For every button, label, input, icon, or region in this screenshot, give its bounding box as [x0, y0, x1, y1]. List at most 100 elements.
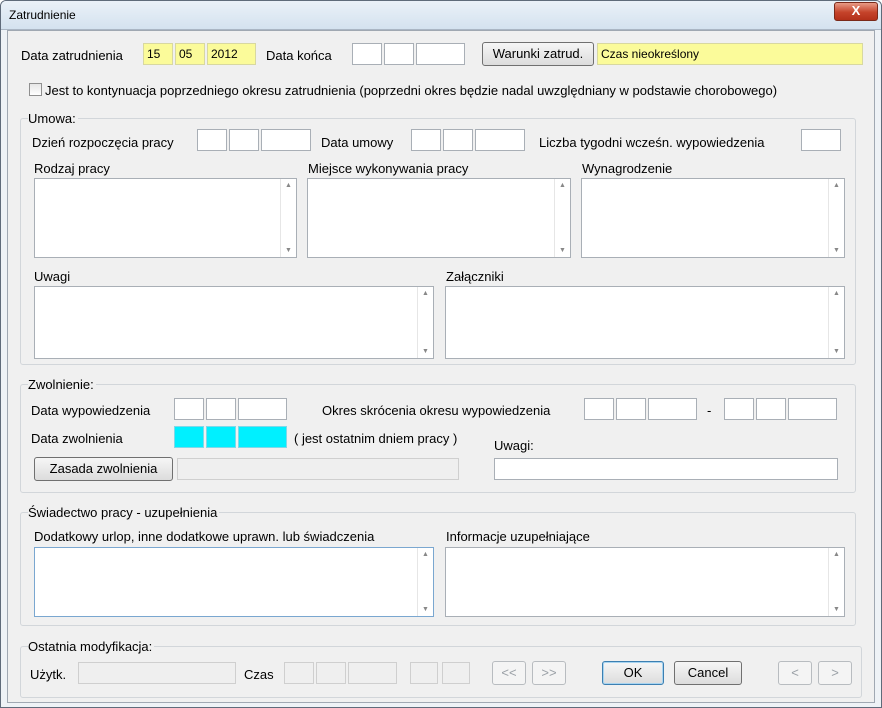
work-start-day-input[interactable]: [197, 129, 227, 151]
certificate-group-title: Świadectwo pracy - uzupełnienia: [28, 505, 220, 520]
dismissal-rule-field: [177, 458, 459, 480]
dismissal-day-input[interactable]: [174, 426, 204, 448]
salary-textarea[interactable]: ▲ ▼: [581, 178, 845, 258]
scroll-down-icon[interactable]: ▼: [422, 348, 429, 355]
scroll-down-icon[interactable]: ▼: [559, 247, 566, 254]
scroll-down-icon[interactable]: ▼: [833, 348, 840, 355]
scroll-up-icon[interactable]: ▲: [559, 182, 566, 189]
user-field: [78, 662, 236, 684]
last-modification-title: Ostatnia modyfikacja:: [28, 639, 155, 654]
end-month-input[interactable]: [384, 43, 414, 65]
extra-leave-scrollbar[interactable]: ▲ ▼: [417, 548, 433, 616]
dialog-window: Zatrudnienie X Data zatrudnienia 15 05 2…: [0, 0, 882, 708]
hire-month-input[interactable]: 05: [175, 43, 205, 65]
contract-notes-scrollbar[interactable]: ▲ ▼: [417, 287, 433, 358]
end-year-input[interactable]: [416, 43, 465, 65]
close-icon: X: [851, 3, 861, 18]
scroll-up-icon[interactable]: ▲: [285, 182, 292, 189]
scroll-down-icon[interactable]: ▼: [833, 606, 840, 613]
work-type-scrollbar[interactable]: ▲ ▼: [280, 179, 296, 257]
dismissal-notes-input[interactable]: [494, 458, 838, 480]
work-place-textarea[interactable]: ▲ ▼: [307, 178, 571, 258]
contract-year-input[interactable]: [475, 129, 525, 151]
contract-day-input[interactable]: [411, 129, 441, 151]
first-record-button[interactable]: <<: [492, 661, 526, 685]
dialog-client-area: Data zatrudnienia 15 05 2012 Data końca …: [7, 30, 875, 703]
hire-date-label: Data zatrudnienia: [21, 48, 123, 63]
dismissal-month-input[interactable]: [206, 426, 236, 448]
scroll-down-icon[interactable]: ▼: [833, 247, 840, 254]
contract-notes-textarea[interactable]: ▲ ▼: [34, 286, 434, 359]
scroll-up-icon[interactable]: ▲: [422, 551, 429, 558]
shortening-to-year-input[interactable]: [788, 398, 837, 420]
end-day-input[interactable]: [352, 43, 382, 65]
range-dash: -: [707, 403, 712, 418]
scroll-up-icon[interactable]: ▲: [422, 290, 429, 297]
scroll-up-icon[interactable]: ▲: [833, 551, 840, 558]
shortening-to-month-input[interactable]: [756, 398, 786, 420]
next-record-button[interactable]: >: [818, 661, 852, 685]
dismissal-date-label: Data zwolnienia: [31, 431, 123, 446]
mod-hour-field: [410, 662, 438, 684]
work-type-label: Rodzaj pracy: [34, 161, 110, 176]
attachments-scrollbar[interactable]: ▲ ▼: [828, 287, 844, 358]
dismissal-group-title: Zwolnienie:: [28, 377, 96, 392]
dismissal-rule-button[interactable]: Zasada zwolnienia: [34, 457, 173, 481]
notice-month-input[interactable]: [206, 398, 236, 420]
terms-value-field[interactable]: Czas nieokreślony: [597, 43, 863, 65]
salary-label: Wynagrodzenie: [582, 161, 673, 176]
scroll-up-icon[interactable]: ▲: [833, 290, 840, 297]
last-record-button[interactable]: >>: [532, 661, 566, 685]
attachments-label: Załączniki: [446, 269, 504, 284]
time-label: Czas: [244, 667, 274, 682]
work-place-label: Miejsce wykonywania pracy: [308, 161, 469, 176]
work-start-month-input[interactable]: [229, 129, 259, 151]
notice-day-input[interactable]: [174, 398, 204, 420]
hire-year-input[interactable]: 2012: [207, 43, 256, 65]
extra-leave-textarea[interactable]: ▲ ▼: [34, 547, 434, 617]
work-type-textarea[interactable]: ▲ ▼: [34, 178, 297, 258]
contract-notes-label: Uwagi: [34, 269, 71, 284]
work-start-year-input[interactable]: [261, 129, 311, 151]
contract-date-label: Data umowy: [321, 135, 394, 150]
window-title: Zatrudnienie: [9, 8, 76, 22]
notice-year-input[interactable]: [238, 398, 287, 420]
notice-weeks-input[interactable]: [801, 129, 841, 151]
work-place-scrollbar[interactable]: ▲ ▼: [554, 179, 570, 257]
mod-month-field: [316, 662, 346, 684]
scroll-down-icon[interactable]: ▼: [422, 606, 429, 613]
last-day-note: ( jest ostatnim dniem pracy ): [294, 431, 458, 446]
scroll-up-icon[interactable]: ▲: [833, 182, 840, 189]
user-label: Użytk.: [30, 667, 67, 682]
mod-minute-field: [442, 662, 470, 684]
work-start-label: Dzień rozpoczęcia pracy: [32, 135, 174, 150]
mod-year-field: [348, 662, 397, 684]
prev-record-button[interactable]: <: [778, 661, 812, 685]
salary-scrollbar[interactable]: ▲ ▼: [828, 179, 844, 257]
shortening-to-day-input[interactable]: [724, 398, 754, 420]
extra-leave-label: Dodatkowy urlop, inne dodatkowe uprawn. …: [34, 529, 375, 544]
hire-day-input[interactable]: 15: [143, 43, 173, 65]
shortening-from-month-input[interactable]: [616, 398, 646, 420]
shortening-from-day-input[interactable]: [584, 398, 614, 420]
contract-month-input[interactable]: [443, 129, 473, 151]
scroll-down-icon[interactable]: ▼: [285, 247, 292, 254]
dismissal-year-input[interactable]: [238, 426, 287, 448]
terms-button[interactable]: Warunki zatrud.: [482, 42, 594, 66]
cancel-button[interactable]: Cancel: [674, 661, 742, 685]
attachments-textarea[interactable]: ▲ ▼: [445, 286, 845, 359]
notice-weeks-label: Liczba tygodni wcześn. wypowiedzenia: [539, 135, 765, 150]
dismissal-notes-label: Uwagi:: [494, 438, 534, 453]
shortening-from-year-input[interactable]: [648, 398, 697, 420]
ok-button[interactable]: OK: [602, 661, 664, 685]
additional-info-textarea[interactable]: ▲ ▼: [445, 547, 845, 617]
close-button[interactable]: X: [834, 2, 878, 21]
contract-group-title: Umowa:: [28, 111, 78, 126]
title-bar: Zatrudnienie X: [1, 1, 881, 30]
additional-info-label: Informacje uzupełniające: [446, 529, 590, 544]
notice-date-label: Data wypowiedzenia: [31, 403, 151, 418]
continuation-checkbox[interactable]: [29, 83, 42, 96]
continuation-label: Jest to kontynuacja poprzedniego okresu …: [45, 83, 778, 98]
mod-day-field: [284, 662, 314, 684]
additional-info-scrollbar[interactable]: ▲ ▼: [828, 548, 844, 616]
